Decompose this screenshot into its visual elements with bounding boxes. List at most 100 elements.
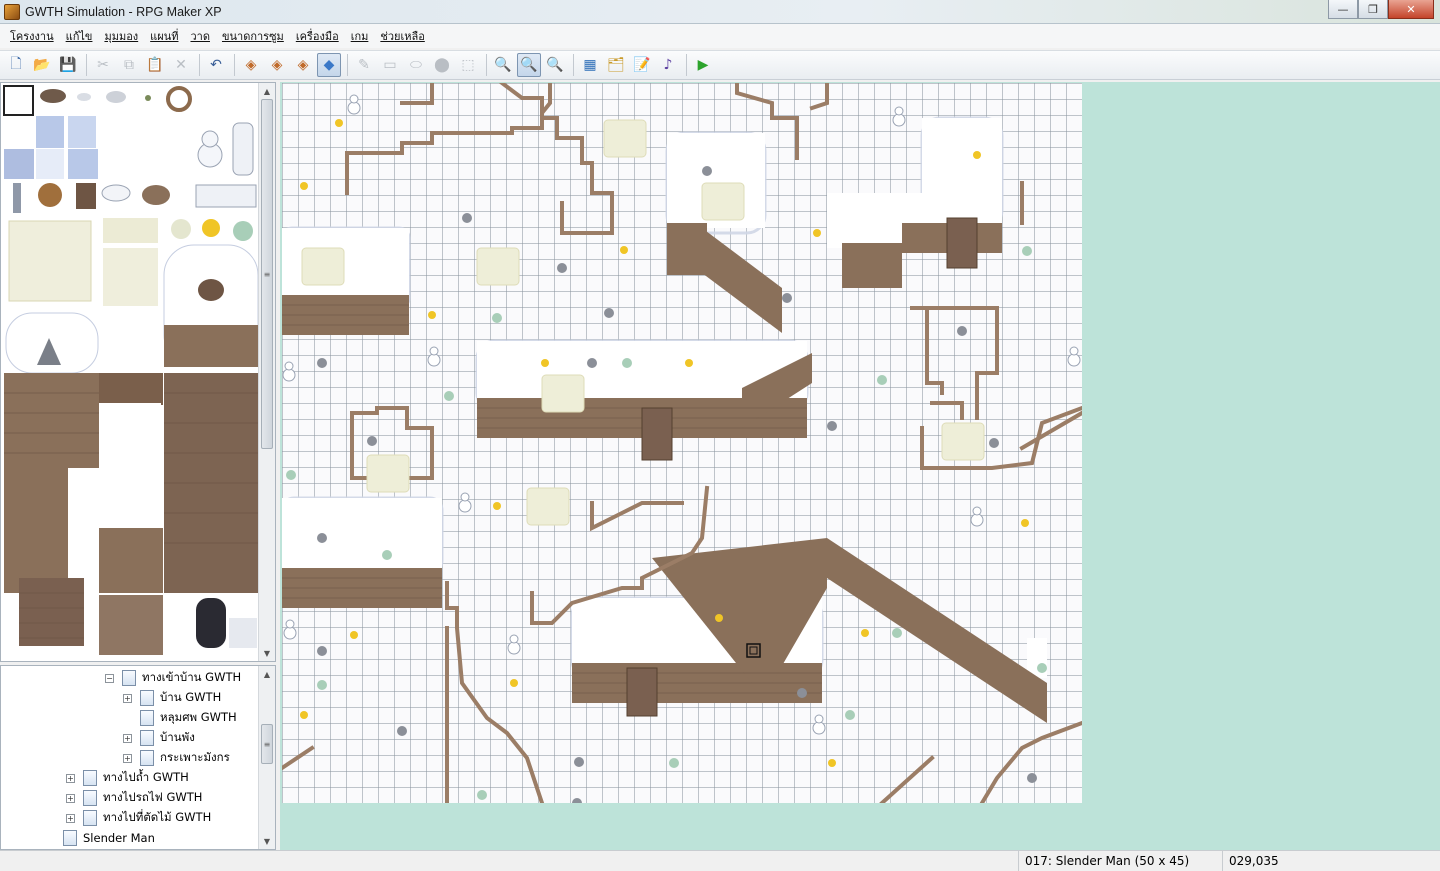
scroll-up-icon[interactable]: ▲	[259, 83, 275, 99]
tileset-panel: ▲ ≡ ▼	[0, 82, 276, 662]
layer-2-icon[interactable]: ◈	[265, 53, 289, 77]
tileset-palette[interactable]	[1, 83, 259, 661]
tree-expander-icon[interactable]: +	[66, 773, 75, 783]
status-map-info: 017: Slender Man (50 x 45)	[1018, 851, 1220, 871]
tree-item-label: ทางไปรถไฟ GWTH	[103, 790, 203, 804]
ellipse-icon[interactable]: ⬭	[404, 53, 428, 77]
status-coordinates: 029,035	[1222, 851, 1279, 871]
menu-edit[interactable]: แก้ไข	[60, 27, 99, 45]
playtest-icon[interactable]: ▶	[691, 53, 715, 77]
layer-1-icon[interactable]: ◈	[239, 53, 263, 77]
toolbar-separator	[347, 54, 348, 76]
scroll-down-icon[interactable]: ▼	[259, 645, 275, 661]
menu-draw[interactable]: วาด	[184, 27, 216, 45]
menu-scale[interactable]: ขนาดการซูม	[216, 27, 290, 45]
menu-view[interactable]: มุมมอง	[98, 27, 144, 45]
select-icon[interactable]: ⬚	[456, 53, 480, 77]
cut-icon[interactable]: ✂	[91, 53, 115, 77]
flood-fill-icon[interactable]: ⬤	[430, 53, 454, 77]
map-icon	[83, 790, 97, 806]
tree-item-label: กระเพาะมังกร	[160, 750, 230, 764]
zoom-1-2-icon[interactable]: 🔍	[517, 53, 541, 77]
map-icon	[140, 710, 154, 726]
map-icon	[122, 670, 136, 686]
toolbar: 🗋 📂 💾 ✂ ⧉ 📋 ✕ ↶ ◈ ◈ ◈ ◆ ✎ ▭ ⬭ ⬤ ⬚ 🔍 🔍 🔍 …	[0, 50, 1440, 80]
title-bar: GWTH Simulation - RPG Maker XP — ❐ ✕	[0, 0, 1440, 24]
database-icon[interactable]: ▦	[578, 53, 602, 77]
tree-item[interactable]: + ทางไปรถไฟ GWTH	[66, 788, 202, 808]
menu-tools[interactable]: เครื่องมือ	[290, 27, 345, 45]
tree-expander-icon[interactable]: −	[105, 673, 114, 683]
map-icon	[83, 810, 97, 826]
tree-item[interactable]: + กระเพาะมังกร	[123, 748, 230, 768]
tree-item[interactable]: + ทางไปถ้ำ GWTH	[66, 768, 189, 788]
tree-item-label: บ้าน GWTH	[160, 690, 222, 704]
tree-item[interactable]: หลุมศพ GWTH	[123, 708, 237, 728]
close-button[interactable]: ✕	[1388, 0, 1434, 19]
map-drawing	[282, 83, 1082, 803]
scroll-down-icon[interactable]: ▼	[259, 833, 275, 849]
tree-item[interactable]: Slender Man	[63, 828, 155, 848]
tree-expander-icon[interactable]: +	[66, 793, 75, 803]
toolbar-separator	[486, 54, 487, 76]
tree-item-label: บ้านพัง	[160, 730, 195, 744]
delete-icon[interactable]: ✕	[169, 53, 193, 77]
copy-icon[interactable]: ⧉	[117, 53, 141, 77]
toolbar-separator	[86, 54, 87, 76]
tree-item[interactable]: + ทางไปที่ตัดไม้ GWTH	[66, 808, 211, 828]
open-project-icon[interactable]: 📂	[30, 53, 54, 77]
toolbar-separator	[573, 54, 574, 76]
map-icon	[140, 750, 154, 766]
menu-mode[interactable]: แผนที่	[144, 27, 184, 45]
tree-expander-icon[interactable]: +	[66, 813, 75, 823]
script-editor-icon[interactable]: 📝	[630, 53, 654, 77]
window-title: GWTH Simulation - RPG Maker XP	[25, 4, 222, 19]
sound-test-icon[interactable]: ♪	[656, 53, 680, 77]
tree-item-label: Slender Man	[83, 831, 155, 845]
tree-item[interactable]: + บ้าน GWTH	[123, 688, 221, 708]
menu-bar: โครงงาน แก้ไข มุมมอง แผนที่ วาด ขนาดการซ…	[0, 24, 1440, 48]
scroll-thumb[interactable]: ≡	[261, 99, 273, 449]
paste-icon[interactable]: 📋	[143, 53, 167, 77]
menu-game[interactable]: เกม	[345, 27, 375, 45]
pencil-icon[interactable]: ✎	[352, 53, 376, 77]
zoom-1-4-icon[interactable]: 🔍	[543, 53, 567, 77]
events-layer-icon[interactable]: ◆	[317, 53, 341, 77]
tree-item-label: ทางเข้าบ้าน GWTH	[142, 670, 242, 684]
tree-expander-icon[interactable]: +	[123, 733, 132, 743]
status-bar: 017: Slender Man (50 x 45) 029,035	[0, 850, 1440, 871]
tree-scrollbar[interactable]: ▲ ≡ ▼	[258, 666, 275, 849]
map-canvas[interactable]	[282, 83, 1082, 803]
toolbar-separator	[234, 54, 235, 76]
undo-icon[interactable]: ↶	[204, 53, 228, 77]
tree-item[interactable]: − ทางเข้าบ้าน GWTH	[105, 668, 241, 688]
maximize-button[interactable]: ❐	[1358, 0, 1388, 19]
toolbar-separator	[686, 54, 687, 76]
save-project-icon[interactable]: 💾	[56, 53, 80, 77]
new-project-icon[interactable]: 🗋	[4, 53, 28, 77]
tree-item-label: ทางไปที่ตัดไม้ GWTH	[103, 810, 212, 824]
map-icon	[140, 730, 154, 746]
map-icon	[63, 830, 77, 846]
scroll-thumb[interactable]: ≡	[261, 724, 273, 764]
materials-icon[interactable]: 🗂	[604, 53, 628, 77]
tree-item-label: ทางไปถ้ำ GWTH	[103, 770, 189, 784]
map-icon	[83, 770, 97, 786]
zoom-1-1-icon[interactable]: 🔍	[491, 53, 515, 77]
menu-project[interactable]: โครงงาน	[4, 27, 60, 45]
tileset-scrollbar[interactable]: ▲ ≡ ▼	[258, 83, 275, 661]
map-tree: − ทางเข้าบ้าน GWTH + บ้าน GWTH หลุมศพ GW…	[0, 665, 276, 850]
rectangle-icon[interactable]: ▭	[378, 53, 402, 77]
layer-3-icon[interactable]: ◈	[291, 53, 315, 77]
tree-item-label: หลุมศพ GWTH	[160, 710, 237, 724]
minimize-button[interactable]: —	[1328, 0, 1358, 19]
menu-help[interactable]: ช่วยเหลือ	[374, 27, 430, 45]
toolbar-separator	[199, 54, 200, 76]
window-controls: — ❐ ✕	[1328, 0, 1434, 19]
tree-expander-icon[interactable]: +	[123, 693, 132, 703]
tree-item[interactable]: + บ้านพัง	[123, 728, 195, 748]
tree-expander-icon[interactable]: +	[123, 753, 132, 763]
scroll-up-icon[interactable]: ▲	[259, 666, 275, 682]
map-icon	[140, 690, 154, 706]
app-icon	[4, 3, 20, 20]
